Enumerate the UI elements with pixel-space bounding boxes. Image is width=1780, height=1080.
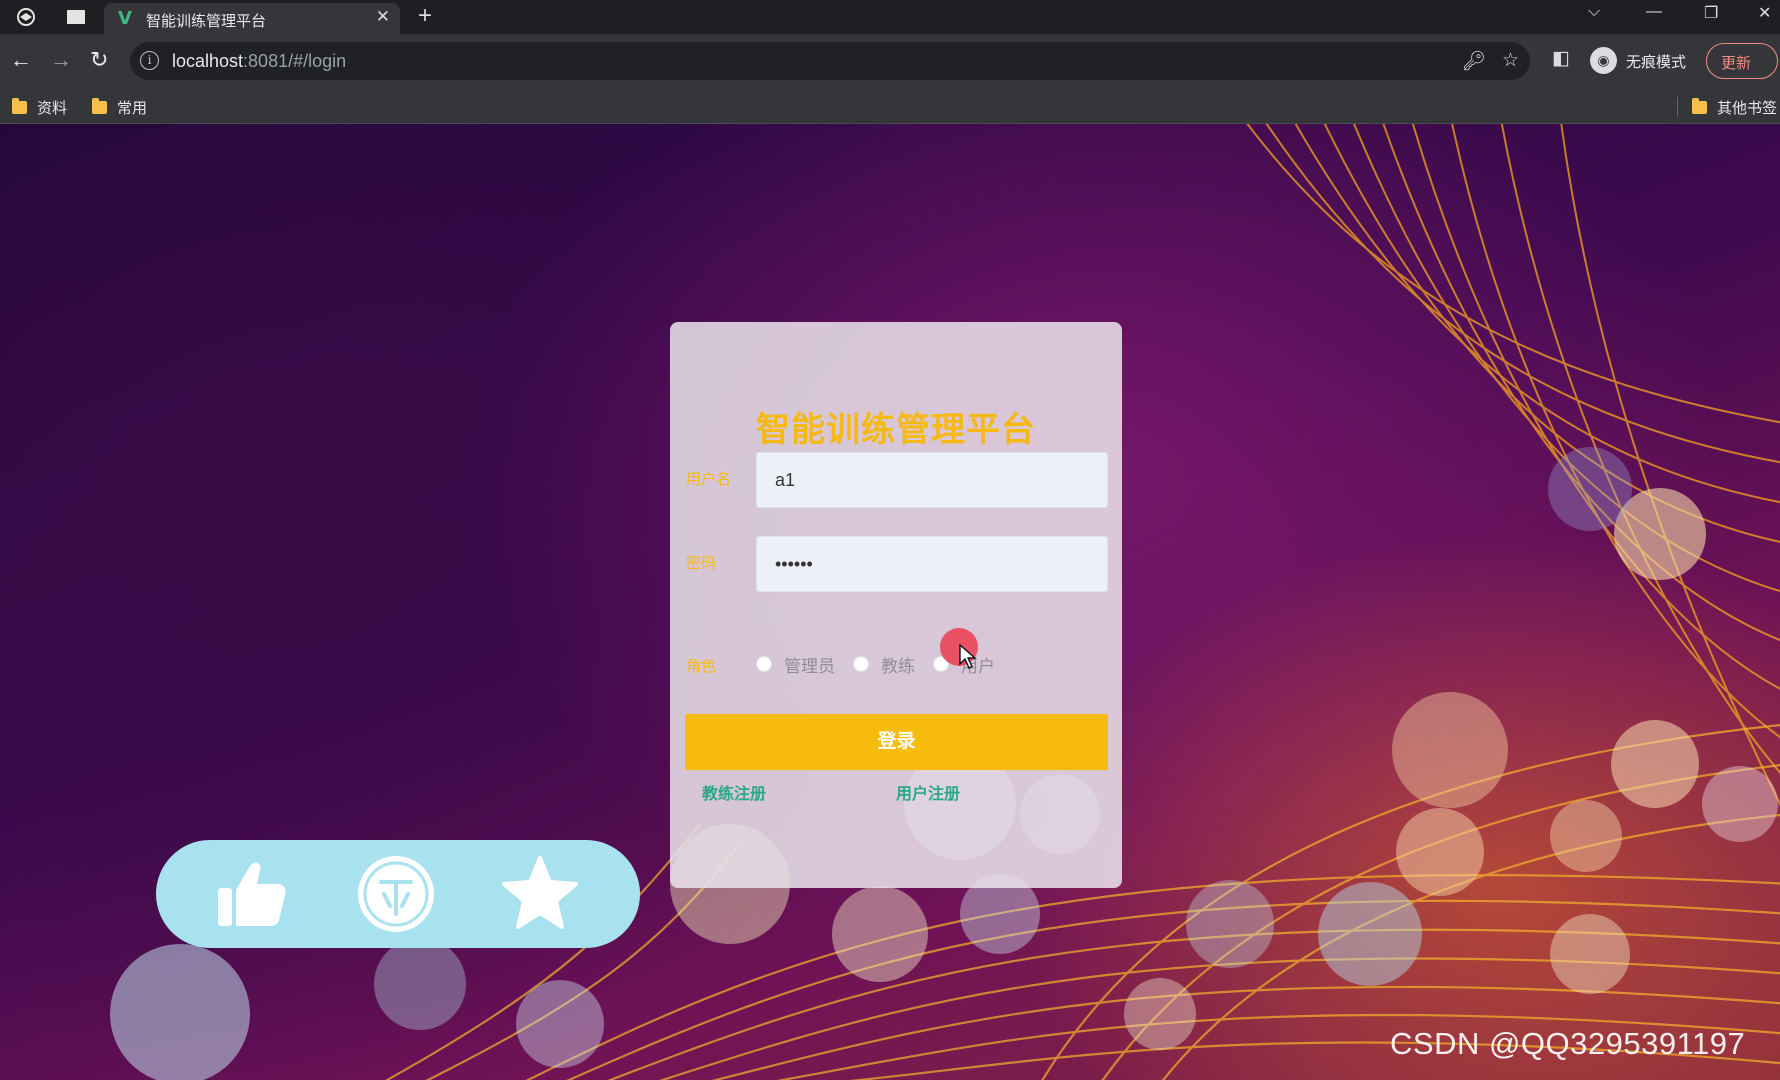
other-bookmarks-folder[interactable]: 其他书签 xyxy=(1692,97,1777,117)
tab-search-icon[interactable] xyxy=(64,5,88,29)
tab-active[interactable]: V 智能训练管理平台 ✕ xyxy=(104,3,400,34)
incognito-label: 无痕模式 xyxy=(1626,54,1687,71)
csdn-watermark: CSDN @QQ3295391197 xyxy=(1390,1026,1746,1061)
new-tab-icon[interactable]: + xyxy=(418,2,432,30)
star-icon[interactable] xyxy=(500,854,580,934)
login-button[interactable]: 登录 xyxy=(685,714,1108,770)
reload-icon[interactable]: ↻ xyxy=(90,47,108,73)
radio-circle[interactable] xyxy=(853,656,869,672)
role-coach-radio[interactable]: 教练 xyxy=(853,652,915,677)
login-card: 智能训练管理平台 用户名 a1 密码 •••••• 角色 管理员 教练 用户 登… xyxy=(670,322,1122,888)
username-label: 用户名 xyxy=(686,471,732,488)
bookmarks-bar: 资料 常用 其他书签 xyxy=(0,90,1780,124)
page-viewport: 智能训练管理平台 用户名 a1 密码 •••••• 角色 管理员 教练 用户 登… xyxy=(0,124,1780,1080)
tab-list-chevron-icon[interactable]: ⌵ xyxy=(1588,3,1600,21)
bookmark-folder-changyong[interactable]: 常用 xyxy=(92,97,147,117)
update-button[interactable]: 更新 xyxy=(1706,43,1778,79)
bookmarks-divider xyxy=(1677,97,1678,117)
incognito-icon[interactable]: ◉ xyxy=(1590,47,1617,74)
role-admin-radio[interactable]: 管理员 xyxy=(756,652,835,677)
bookmark-star-icon[interactable]: ☆ xyxy=(1502,49,1519,72)
password-input[interactable]: •••••• xyxy=(756,536,1108,592)
bookmark-folder-ziliao[interactable]: 资料 xyxy=(12,97,67,117)
folder-icon xyxy=(12,97,27,114)
browser-menu-icon[interactable] xyxy=(14,5,38,29)
radio-circle[interactable] xyxy=(756,656,772,672)
close-window-icon[interactable]: ✕ xyxy=(1758,3,1771,23)
mouse-cursor-icon xyxy=(959,644,977,669)
login-title: 智能训练管理平台 xyxy=(756,411,1036,449)
thumbs-up-icon[interactable] xyxy=(212,854,292,934)
role-label: 角色 xyxy=(686,658,717,675)
coin-icon[interactable] xyxy=(356,854,436,934)
minimize-icon[interactable]: — xyxy=(1646,3,1662,21)
coach-register-link[interactable]: 教练注册 xyxy=(702,780,766,804)
address-bar[interactable]: i localhost:8081/#/login 🔑︎ ☆ xyxy=(130,42,1530,80)
browser-tab-strip: V 智能训练管理平台 ✕ + ⌵ — ❐ ✕ xyxy=(0,0,1780,34)
user-register-link[interactable]: 用户注册 xyxy=(896,780,960,804)
tab-title: 智能训练管理平台 xyxy=(146,13,267,30)
key-icon[interactable]: 🔑︎ xyxy=(1462,49,1486,73)
browser-toolbar: ← → ↻ i localhost:8081/#/login 🔑︎ ☆ ◧ ◉ … xyxy=(0,34,1780,90)
side-panel-icon[interactable]: ◧ xyxy=(1552,47,1570,70)
close-tab-icon[interactable]: ✕ xyxy=(376,7,390,27)
folder-icon xyxy=(92,97,107,114)
share-action-bar xyxy=(156,840,640,948)
vue-favicon-icon: V xyxy=(118,8,132,29)
password-label: 密码 xyxy=(686,555,717,572)
site-info-icon[interactable]: i xyxy=(140,51,159,70)
folder-icon xyxy=(1692,97,1707,114)
restore-icon[interactable]: ❐ xyxy=(1704,3,1718,23)
back-icon[interactable]: ← xyxy=(10,47,32,73)
forward-icon[interactable]: → xyxy=(50,47,72,73)
url-text: localhost:8081/#/login xyxy=(172,51,347,71)
username-input[interactable]: a1 xyxy=(756,452,1108,508)
